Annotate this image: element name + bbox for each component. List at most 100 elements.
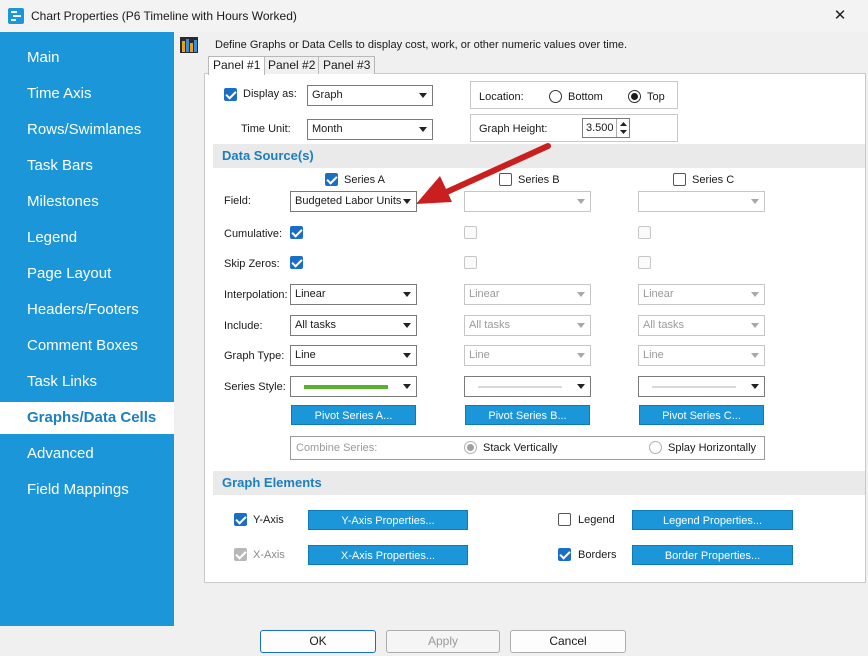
field-label: Field: bbox=[224, 195, 251, 207]
series-c-field-select[interactable] bbox=[638, 191, 765, 212]
display-as-select[interactable]: Graph bbox=[307, 85, 433, 106]
sidebar-item-graphs-data-cells[interactable]: Graphs/Data Cells bbox=[0, 402, 174, 434]
series-b-interpolation-select[interactable]: Linear bbox=[464, 284, 591, 305]
series-c-checkbox[interactable] bbox=[673, 173, 686, 186]
sidebar-item-headers-footers[interactable]: Headers/Footers bbox=[0, 294, 174, 326]
pivot-series-a-button[interactable]: Pivot Series A... bbox=[291, 405, 416, 425]
legend-checkbox[interactable] bbox=[558, 513, 571, 526]
legend-properties-button[interactable]: Legend Properties... bbox=[632, 510, 793, 530]
graph-elements-header: Graph Elements bbox=[213, 471, 865, 495]
series-a-label: Series A bbox=[344, 174, 385, 186]
y-axis-properties-button[interactable]: Y-Axis Properties... bbox=[308, 510, 468, 530]
border-properties-button[interactable]: Border Properties... bbox=[632, 545, 793, 565]
tab-panel-1[interactable]: Panel #1 bbox=[208, 56, 266, 75]
series-c-graph-type-value: Line bbox=[643, 349, 664, 361]
close-button[interactable]: ✕ bbox=[826, 4, 854, 28]
series-c-style-swatch bbox=[652, 386, 736, 388]
series-c-interpolation-value: Linear bbox=[643, 288, 674, 300]
display-as-checkbox[interactable] bbox=[224, 88, 237, 101]
sidebar-item-task-links[interactable]: Task Links bbox=[0, 366, 174, 398]
series-b-include-value: All tasks bbox=[469, 319, 510, 331]
tab-panel-2[interactable]: Panel #2 bbox=[263, 56, 321, 74]
sidebar-item-page-layout[interactable]: Page Layout bbox=[0, 258, 174, 290]
location-bottom-label: Bottom bbox=[568, 91, 603, 103]
series-c-graph-type-select[interactable]: Line bbox=[638, 345, 765, 366]
chevron-down-icon bbox=[403, 292, 411, 297]
series-a-field-value: Budgeted Labor Units bbox=[295, 195, 402, 207]
apply-button[interactable]: Apply bbox=[386, 630, 500, 653]
series-a-interpolation-select[interactable]: Linear bbox=[290, 284, 417, 305]
chevron-down-icon bbox=[751, 353, 759, 358]
series-a-interpolation-value: Linear bbox=[295, 288, 326, 300]
series-a-style-select[interactable] bbox=[290, 376, 417, 397]
chevron-down-icon bbox=[577, 353, 585, 358]
graph-height-label: Graph Height: bbox=[479, 123, 548, 135]
series-a-skip-zeros-checkbox[interactable] bbox=[290, 256, 303, 269]
interpolation-label: Interpolation: bbox=[224, 289, 288, 301]
series-c-include-select[interactable]: All tasks bbox=[638, 315, 765, 336]
sidebar-item-time-axis[interactable]: Time Axis bbox=[0, 78, 174, 110]
display-as-label: Display as: bbox=[243, 88, 297, 100]
chevron-down-icon bbox=[577, 384, 585, 389]
chevron-down-icon bbox=[419, 93, 427, 98]
series-b-interpolation-value: Linear bbox=[469, 288, 500, 300]
sidebar-item-comment-boxes[interactable]: Comment Boxes bbox=[0, 330, 174, 362]
window-title: Chart Properties (P6 Timeline with Hours… bbox=[31, 9, 297, 23]
series-a-include-select[interactable]: All tasks bbox=[290, 315, 417, 336]
cancel-button[interactable]: Cancel bbox=[510, 630, 626, 653]
series-b-cumulative-checkbox[interactable] bbox=[464, 226, 477, 239]
tab-panel-3[interactable]: Panel #3 bbox=[318, 56, 376, 74]
y-axis-checkbox[interactable] bbox=[234, 513, 247, 526]
series-c-style-select[interactable] bbox=[638, 376, 765, 397]
series-b-style-swatch bbox=[478, 386, 562, 388]
sidebar-item-milestones[interactable]: Milestones bbox=[0, 186, 174, 218]
series-c-cumulative-checkbox[interactable] bbox=[638, 226, 651, 239]
location-bottom-radio[interactable] bbox=[549, 90, 562, 103]
series-a-graph-type-select[interactable]: Line bbox=[290, 345, 417, 366]
sidebar-item-main[interactable]: Main bbox=[0, 42, 174, 74]
series-b-skip-zeros-checkbox[interactable] bbox=[464, 256, 477, 269]
spinner-arrows[interactable] bbox=[616, 119, 629, 137]
cumulative-label: Cumulative: bbox=[224, 228, 283, 240]
pivot-series-b-button[interactable]: Pivot Series B... bbox=[465, 405, 590, 425]
series-c-label: Series C bbox=[692, 174, 735, 186]
series-a-field-select[interactable]: Budgeted Labor Units bbox=[290, 191, 417, 212]
sidebar-item-rows-swimlanes[interactable]: Rows/Swimlanes bbox=[0, 114, 174, 146]
series-b-include-select[interactable]: All tasks bbox=[464, 315, 591, 336]
x-axis-label: X-Axis bbox=[253, 549, 285, 561]
series-a-cumulative-checkbox[interactable] bbox=[290, 226, 303, 239]
location-label: Location: bbox=[479, 91, 524, 103]
series-c-interpolation-select[interactable]: Linear bbox=[638, 284, 765, 305]
app-icon bbox=[8, 8, 24, 24]
series-c-include-value: All tasks bbox=[643, 319, 684, 331]
chevron-down-icon bbox=[751, 384, 759, 389]
location-top-radio[interactable] bbox=[628, 90, 641, 103]
red-arrow-pointer-icon bbox=[416, 143, 551, 204]
combine-series-label: Combine Series: bbox=[296, 442, 378, 454]
ok-button[interactable]: OK bbox=[260, 630, 376, 653]
bar-chart-icon bbox=[180, 37, 198, 53]
x-axis-checkbox[interactable] bbox=[234, 548, 247, 561]
chevron-down-icon bbox=[577, 292, 585, 297]
splay-horizontally-label: Splay Horizontally bbox=[668, 442, 757, 454]
stack-vertically-label: Stack Vertically bbox=[483, 442, 558, 454]
series-style-label: Series Style: bbox=[224, 381, 286, 393]
legend-label: Legend bbox=[578, 514, 615, 526]
time-unit-select[interactable]: Month bbox=[307, 119, 433, 140]
series-a-checkbox[interactable] bbox=[325, 173, 338, 186]
series-c-skip-zeros-checkbox[interactable] bbox=[638, 256, 651, 269]
borders-checkbox[interactable] bbox=[558, 548, 571, 561]
pivot-series-c-button[interactable]: Pivot Series C... bbox=[639, 405, 764, 425]
x-axis-properties-button[interactable]: X-Axis Properties... bbox=[308, 545, 468, 565]
splay-horizontally-radio[interactable] bbox=[649, 441, 662, 454]
chevron-down-icon bbox=[751, 292, 759, 297]
sidebar-item-field-mappings[interactable]: Field Mappings bbox=[0, 474, 174, 506]
series-b-graph-type-select[interactable]: Line bbox=[464, 345, 591, 366]
display-as-value: Graph bbox=[312, 89, 343, 101]
series-b-style-select[interactable] bbox=[464, 376, 591, 397]
sidebar-item-legend[interactable]: Legend bbox=[0, 222, 174, 254]
graph-type-label: Graph Type: bbox=[224, 350, 285, 362]
sidebar-item-advanced[interactable]: Advanced bbox=[0, 438, 174, 470]
sidebar-item-task-bars[interactable]: Task Bars bbox=[0, 150, 174, 182]
stack-vertically-radio[interactable] bbox=[464, 441, 477, 454]
